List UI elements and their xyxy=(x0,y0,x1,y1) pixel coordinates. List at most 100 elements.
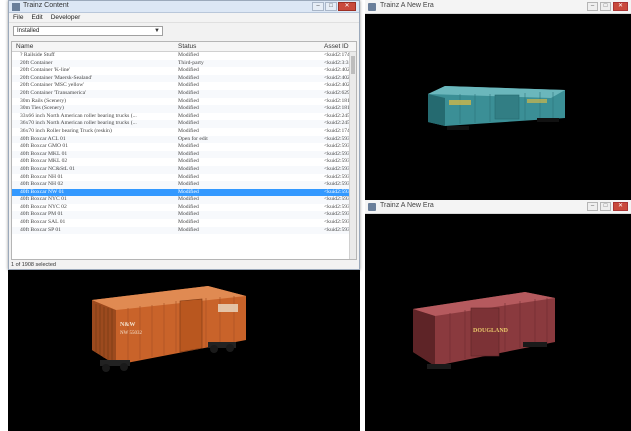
asset-list[interactable]: Name Status Asset ID ? Railside Stuff Mod… xyxy=(11,41,357,260)
preview-viewport-left[interactable]: N&W NW 55032 xyxy=(8,270,360,431)
asset-id-cell: <kuid2:593 xyxy=(324,135,349,142)
table-row[interactable]: ? Railside Stuff Modified <kuid2:174 xyxy=(12,52,349,60)
table-row[interactable]: 20ft Container 'Transamerica' Modified <ku… xyxy=(12,89,349,98)
window-title: Trainz Content xyxy=(23,2,69,9)
car-name-marking: DOUGLAND xyxy=(473,328,509,334)
asset-id-cell: <kuid2:593 xyxy=(324,165,349,172)
vertical-scrollbar[interactable] xyxy=(349,52,356,259)
table-row[interactable]: 40ft Boxcar SAL 01 Modified <kuid2:593 xyxy=(12,219,349,227)
asset-name-cell: 40ft Boxcar NYC 01 xyxy=(20,196,67,203)
asset-status-cell: Modified xyxy=(178,203,199,210)
asset-id-cell: <kuid2:593 xyxy=(324,196,349,203)
asset-status-cell: Third-party xyxy=(178,59,204,66)
asset-status-cell: Modified xyxy=(178,120,199,127)
asset-id-cell: <kuid2:593 xyxy=(324,143,349,150)
table-row[interactable]: 40ft Boxcar MKL 02 Modified <kuid2:593 xyxy=(12,158,349,166)
menu-bar: File Edit Developer xyxy=(9,13,359,23)
car-number: NW 55032 xyxy=(120,331,142,336)
table-row[interactable]: 40ft Boxcar SP 01 Modified <kuid2:593 xyxy=(12,226,349,235)
table-row[interactable]: 36x70 inch Roller bearing Truck (reskin)… xyxy=(12,128,349,136)
table-row[interactable]: 40ft Boxcar NYC 02 Modified <kuid2:593 xyxy=(12,204,349,212)
table-row[interactable]: 40ft Boxcar NH 01 Modified <kuid2:593 xyxy=(12,174,349,182)
asset-id-cell: <kuid2:593 xyxy=(324,219,349,226)
table-row[interactable]: 20ft Container Third-party <kuid2:3:31 xyxy=(12,59,349,68)
asset-id-cell: <kuid2:402 xyxy=(324,74,349,81)
boxcar-preview-orange: N&W NW 55032 xyxy=(92,286,246,372)
asset-status-cell: Modified xyxy=(178,165,199,172)
close-button[interactable]: ✕ xyxy=(613,2,628,11)
asset-id-cell: <kuid2:593 xyxy=(324,181,349,188)
table-row[interactable]: 20ft Container 'Maersk-Sealand' Modified <… xyxy=(12,74,349,83)
minimize-button[interactable]: – xyxy=(587,2,598,11)
maximize-button[interactable]: □ xyxy=(600,202,611,211)
table-row[interactable]: 30m Ties (Scenery) Modified <kuid2:1816 xyxy=(12,105,349,113)
table-row[interactable]: 30m Rails (Scenery) Modified <kuid2:1816 xyxy=(12,98,349,106)
asset-status-cell: Modified xyxy=(178,188,199,195)
table-row[interactable]: 40ft Boxcar MKL 01 Modified <kuid2:593 xyxy=(12,150,349,159)
table-row[interactable]: 33x66 inch North American roller bearing… xyxy=(12,113,349,121)
column-header-status[interactable]: Status xyxy=(178,43,196,50)
asset-status-cell: Modified xyxy=(178,67,199,74)
table-row[interactable]: 20ft Container 'MSC yellow' Modified <kuid… xyxy=(12,82,349,90)
column-header-asset-id[interactable]: Asset ID xyxy=(324,43,349,50)
chevron-down-icon: ▼ xyxy=(154,28,160,34)
table-row[interactable]: 36x70 inch North American roller bearing… xyxy=(12,120,349,128)
app-icon xyxy=(12,3,20,11)
maximize-button[interactable]: □ xyxy=(325,2,337,11)
asset-name-cell: 40ft Boxcar NW 01 xyxy=(20,188,65,195)
preview-window-title: Trainz A New Era xyxy=(380,202,434,209)
app-icon xyxy=(368,203,376,211)
table-row[interactable]: 20ft Container 'K-line' Modified <kuid2:40… xyxy=(12,67,349,75)
boxcar-preview-green xyxy=(428,86,565,130)
content-manager-window[interactable]: Trainz Content – □ ✕ File Edit Developer… xyxy=(8,0,360,270)
filter-row: Installed ▼ xyxy=(9,23,359,39)
minimize-button[interactable]: – xyxy=(312,2,324,11)
asset-name-cell: 40ft Boxcar MKL 01 xyxy=(20,150,68,157)
menu-file[interactable]: File xyxy=(13,14,23,21)
table-row[interactable]: 40ft Boxcar NYC 01 Modified <kuid2:593 xyxy=(12,196,349,204)
asset-status-cell: Modified xyxy=(178,219,199,226)
asset-status-cell: Modified xyxy=(178,181,199,188)
minimize-button[interactable]: – xyxy=(587,202,598,211)
asset-name-cell: 20ft Container 'Maersk-Sealand' xyxy=(20,74,93,81)
preview-titlebar[interactable]: Trainz A New Era – □ ✕ xyxy=(365,0,631,14)
app-icon xyxy=(368,3,376,11)
desktop: N&W NW 55032 Trainz A New Era – □ ✕ Trai… xyxy=(0,0,631,431)
menu-developer[interactable]: Developer xyxy=(51,14,81,21)
maximize-button[interactable]: □ xyxy=(600,2,611,11)
content-manager-titlebar[interactable]: Trainz Content – □ ✕ xyxy=(9,1,359,13)
preview-titlebar[interactable]: Trainz A New Era – □ ✕ xyxy=(365,200,631,214)
column-header-name[interactable]: Name xyxy=(16,43,33,50)
asset-name-cell: 40ft Boxcar SP 01 xyxy=(20,226,61,233)
filter-value: Installed xyxy=(17,28,40,34)
asset-id-cell: <kuid2:593 xyxy=(324,226,349,233)
asset-id-cell: <kuid2:629 xyxy=(324,89,349,96)
scrollbar-thumb[interactable] xyxy=(351,56,355,74)
asset-status-cell: Modified xyxy=(178,173,199,180)
asset-status-cell: Modified xyxy=(178,97,199,104)
asset-status-cell: Modified xyxy=(178,89,199,96)
table-row[interactable]: 40ft Boxcar NW 01 Modified <kuid2:593 xyxy=(12,188,349,197)
asset-status-cell: Modified xyxy=(178,105,199,112)
asset-id-cell: <kuid2:593 xyxy=(324,211,349,218)
menu-edit[interactable]: Edit xyxy=(31,14,42,21)
asset-name-cell: 40ft Boxcar ACL 01 xyxy=(20,135,66,142)
asset-id-cell: <kuid2:2456 xyxy=(324,120,349,127)
table-row[interactable]: 40ft Boxcar GMO 01 Modified <kuid2:593 xyxy=(12,143,349,151)
close-button[interactable]: ✕ xyxy=(613,202,628,211)
table-row[interactable]: 40ft Boxcar PM 01 Modified <kuid2:593 xyxy=(12,211,349,220)
table-row[interactable]: 40ft Boxcar NH 02 Modified <kuid2:593 xyxy=(12,181,349,189)
close-button[interactable]: ✕ xyxy=(338,2,356,11)
car-reporting-mark: N&W xyxy=(120,322,135,328)
preview-window-bottom-right[interactable]: Trainz A New Era – □ ✕ DOUGLAND xyxy=(365,200,631,431)
table-row[interactable]: 40ft Boxcar ACL 01 Open for edit <kuid2:59… xyxy=(12,135,349,144)
asset-status-cell: Modified xyxy=(178,211,199,218)
asset-name-cell: 33x66 inch North American roller bearing… xyxy=(20,112,137,119)
preview-window-top-right[interactable]: Trainz A New Era – □ ✕ xyxy=(365,0,631,200)
asset-status-cell: Modified xyxy=(178,143,199,150)
asset-name-cell: 20ft Container 'K-line' xyxy=(20,67,71,74)
list-header: Name Status Asset ID xyxy=(12,42,356,52)
asset-id-cell: <kuid2:593 xyxy=(324,173,349,180)
table-row[interactable]: 40ft Boxcar NC&StL 01 Modified <kuid2:593 xyxy=(12,165,349,174)
filter-dropdown[interactable]: Installed ▼ xyxy=(13,26,163,36)
